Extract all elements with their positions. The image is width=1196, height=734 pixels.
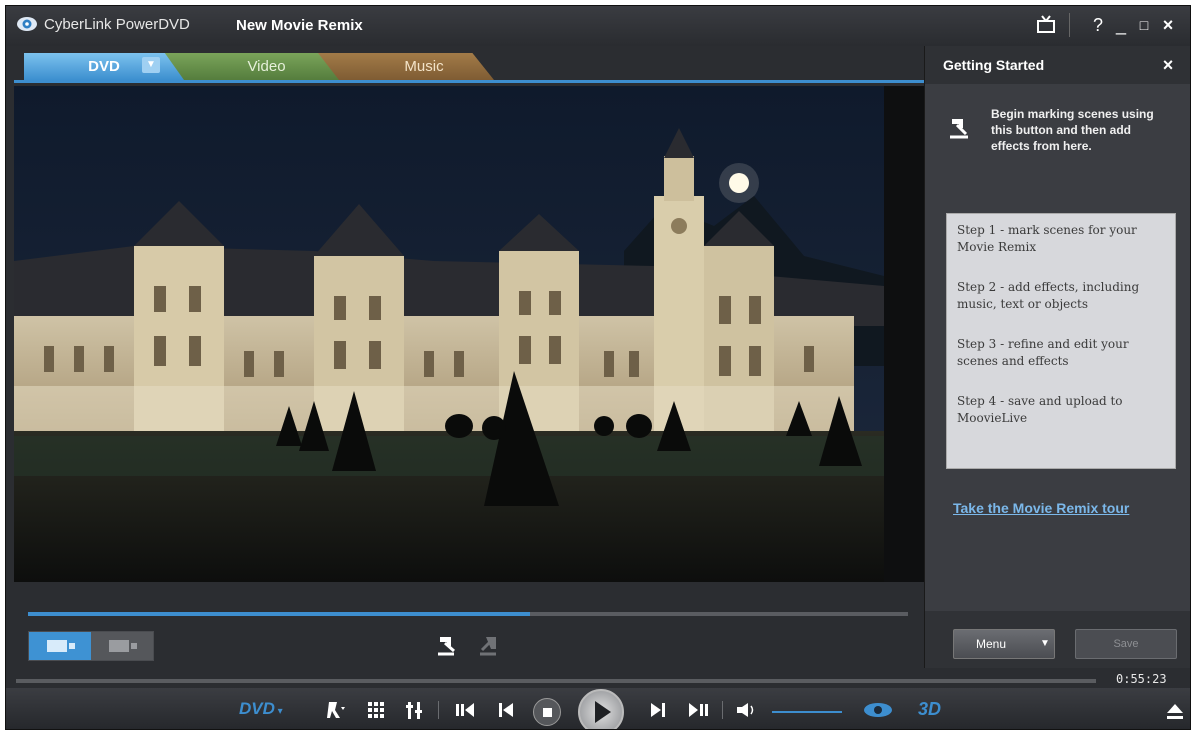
step-forward-icon[interactable] [686,699,710,721]
scene-timeline[interactable] [28,612,908,616]
tab-underline [14,80,926,83]
help-button[interactable]: ? [1086,12,1110,38]
settings-sliders-icon[interactable] [403,699,427,721]
volume-icon[interactable] [734,699,760,721]
tab-video[interactable]: Video [164,53,339,80]
film-clip-icon [109,640,137,652]
step-1: Step 1 - mark scenes for your Movie Remi… [957,223,1137,254]
menu-button-label: Menu [976,637,1007,651]
tab-dvd[interactable]: DVD [24,53,184,80]
stop-button[interactable] [533,698,561,726]
maximize-button[interactable]: □ [1132,12,1156,38]
title-bar: CyberLink PowerDVD New Movie Remix ? _ □… [6,6,1190,46]
video-viewport[interactable] [14,86,924,582]
minimize-button[interactable]: _ [1109,12,1133,38]
getting-started-panel: Getting Started × Begin marking scenes u… [924,46,1190,668]
stop-icon [543,708,552,717]
step-2: Step 2 - add effects, including music, t… [957,280,1140,311]
control-separator [438,701,439,719]
chevron-down-icon[interactable]: ▼ [142,57,160,73]
play-button[interactable] [578,689,624,729]
3d-toggle[interactable]: 3D [918,699,941,720]
mark-scene-end-icon[interactable] [476,634,500,658]
bookmark-icon[interactable] [324,699,348,721]
seek-bar[interactable] [16,679,1096,683]
control-separator [722,701,723,719]
view-mode-toggle [28,631,154,661]
powerdvd-logo-icon [17,17,37,31]
app-name: CyberLink PowerDVD [44,16,190,33]
title-bar-separator [1069,13,1070,37]
close-button[interactable]: × [1156,12,1180,38]
panel-header: Getting Started × [925,46,1190,84]
steps-box: Step 1 - mark scenes for your Movie Remi… [946,213,1176,469]
media-tabs: DVD ▼ Video Music [14,50,929,83]
powerdvd-window: CyberLink PowerDVD New Movie Remix ? _ □… [5,5,1191,730]
eject-icon[interactable] [1164,700,1186,722]
play-icon [595,701,611,723]
step-back-icon[interactable] [453,699,477,721]
castle-night-video-frame [14,86,884,582]
tv-mode-icon[interactable] [1034,12,1058,38]
film-clip-icon [47,640,75,652]
effects-view-button[interactable] [91,632,153,660]
timeline-progress [28,612,530,616]
source-selector[interactable]: DVD ▾ [239,699,283,719]
intro-text: Begin marking scenes using this button a… [991,107,1154,153]
menu-button[interactable]: Menu ▼ [953,629,1055,659]
scene-view-button[interactable] [29,632,91,660]
save-button[interactable]: Save [1075,629,1177,659]
panel-close-button[interactable]: × [1157,54,1179,76]
next-icon[interactable] [646,699,670,721]
trueview-eye-icon[interactable] [861,699,895,721]
document-title: New Movie Remix [236,17,363,34]
tab-music[interactable]: Music [314,53,494,80]
mark-scene-icon [950,119,968,139]
panel-title: Getting Started [943,57,1045,73]
source-label: DVD [239,699,275,718]
chevron-down-icon: ▼ [1040,638,1050,649]
movie-remix-tour-link[interactable]: Take the Movie Remix tour [953,500,1129,516]
volume-slider[interactable] [772,711,842,713]
previous-icon[interactable] [494,699,518,721]
step-4: Step 4 - save and upload to MoovieLive [957,394,1123,425]
playback-time: 0:55:23 [1116,672,1167,686]
step-3: Step 3 - refine and edit your scenes and… [957,337,1129,368]
chapters-grid-icon[interactable] [364,699,388,721]
mark-scene-start-icon[interactable] [434,634,458,658]
